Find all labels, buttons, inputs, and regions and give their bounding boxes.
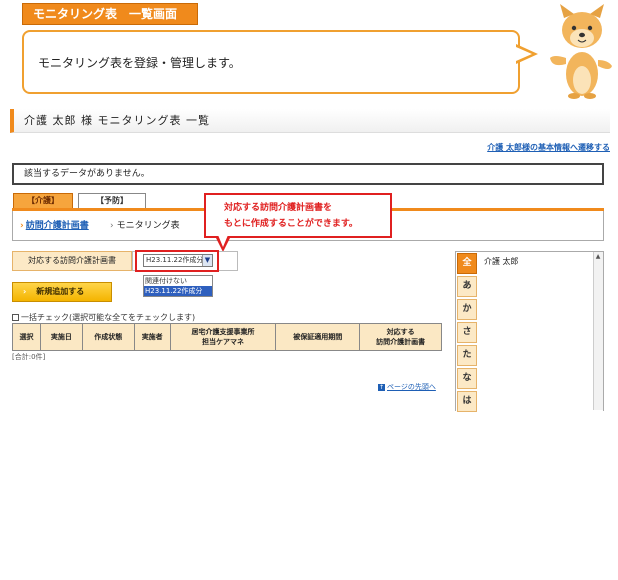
- monitoring-table: 選択 実施日 作成状態 実施者 居宅介護支援事業所 担当ケアマネ 被保証適用期間…: [12, 323, 442, 351]
- dog-mascot-icon: [550, 4, 612, 99]
- breadcrumb-current-label: モニタリング表: [116, 221, 180, 231]
- add-new-button[interactable]: › 新規追加する: [12, 282, 112, 302]
- speech-text: モニタリング表を登録・管理します。: [38, 56, 241, 70]
- col-status: 作成状態: [81, 323, 135, 351]
- check-all-label: 一括チェック(選択可能な全てをチェックします): [21, 313, 196, 322]
- kana-index-panel: [455, 251, 604, 411]
- basic-info-link[interactable]: 介護 太郎様の基本情報へ遷移する: [470, 142, 610, 153]
- tab-kaigo[interactable]: 【介護】: [13, 193, 73, 209]
- client-name-item[interactable]: 介護 太郎: [484, 256, 519, 267]
- arrow-right-icon: ›: [23, 287, 27, 296]
- page-top-link[interactable]: ↑ ページの先頭へ: [378, 382, 436, 392]
- add-new-button-label: 新規追加する: [36, 287, 85, 296]
- kana-all[interactable]: 全: [457, 253, 477, 274]
- select-highlight-frame: [135, 250, 219, 272]
- callout-tail-inner: [218, 235, 228, 247]
- notice-message: 該当するデータがありません。: [12, 163, 604, 185]
- check-all[interactable]: 一括チェック(選択可能な全てをチェックします): [12, 312, 195, 323]
- kana-sa[interactable]: さ: [457, 322, 477, 343]
- speech-bubble-tail-inner: [516, 47, 532, 61]
- tab-yobou[interactable]: 【予防】: [78, 193, 146, 209]
- col-staff: 実施者: [133, 323, 171, 351]
- callout-line-1: 対応する訪問介護計画書を: [224, 203, 333, 213]
- page-heading: 介護 太郎 様 モニタリング表 一覧: [10, 109, 610, 133]
- kana-ta[interactable]: た: [457, 345, 477, 366]
- arrow-up-icon: ↑: [378, 383, 385, 391]
- col-caremanager: 居宅介護支援事業所 担当ケアマネ: [169, 323, 277, 351]
- page-title-tag: モニタリング表 一覧画面: [22, 3, 198, 25]
- col-period: 被保証適用期間: [275, 323, 361, 351]
- col-date: 実施日: [39, 323, 83, 351]
- kana-na[interactable]: な: [457, 368, 477, 389]
- col-plan: 対応する 訪問介護計画書: [359, 323, 442, 351]
- kana-a[interactable]: あ: [457, 276, 477, 297]
- plan-option-selected[interactable]: H23.11.22作成分: [144, 286, 212, 296]
- plan-option-none[interactable]: 関連付けない: [145, 276, 187, 286]
- checkbox-icon[interactable]: [12, 314, 19, 321]
- kana-ha[interactable]: は: [457, 391, 477, 412]
- page-top-label: ページの先頭へ: [387, 383, 436, 391]
- callout-box: 対応する訪問介護計画書を もとに作成することができます。: [204, 193, 392, 238]
- col-select: 選択: [12, 323, 41, 351]
- kana-scrollbar[interactable]: [593, 252, 603, 410]
- plan-select-label: 対応する訪問介護計画書: [12, 251, 132, 271]
- callout-line-2: もとに作成することができます。: [224, 219, 358, 229]
- breadcrumb-current: › モニタリング表: [110, 218, 180, 231]
- breadcrumb-plan-label: 訪問介護計画書: [25, 221, 89, 231]
- table-header-row: 選択 実施日 作成状態 実施者 居宅介護支援事業所 担当ケアマネ 被保証適用期間…: [12, 323, 442, 351]
- scroll-up-icon[interactable]: ▲: [593, 252, 603, 262]
- bullet-icon: ›: [20, 221, 24, 231]
- kana-ka[interactable]: か: [457, 299, 477, 320]
- total-count: [合計:0件]: [12, 353, 46, 361]
- breadcrumb-plan-link[interactable]: › 訪問介護計画書: [20, 218, 89, 231]
- bullet-icon: ›: [110, 221, 114, 231]
